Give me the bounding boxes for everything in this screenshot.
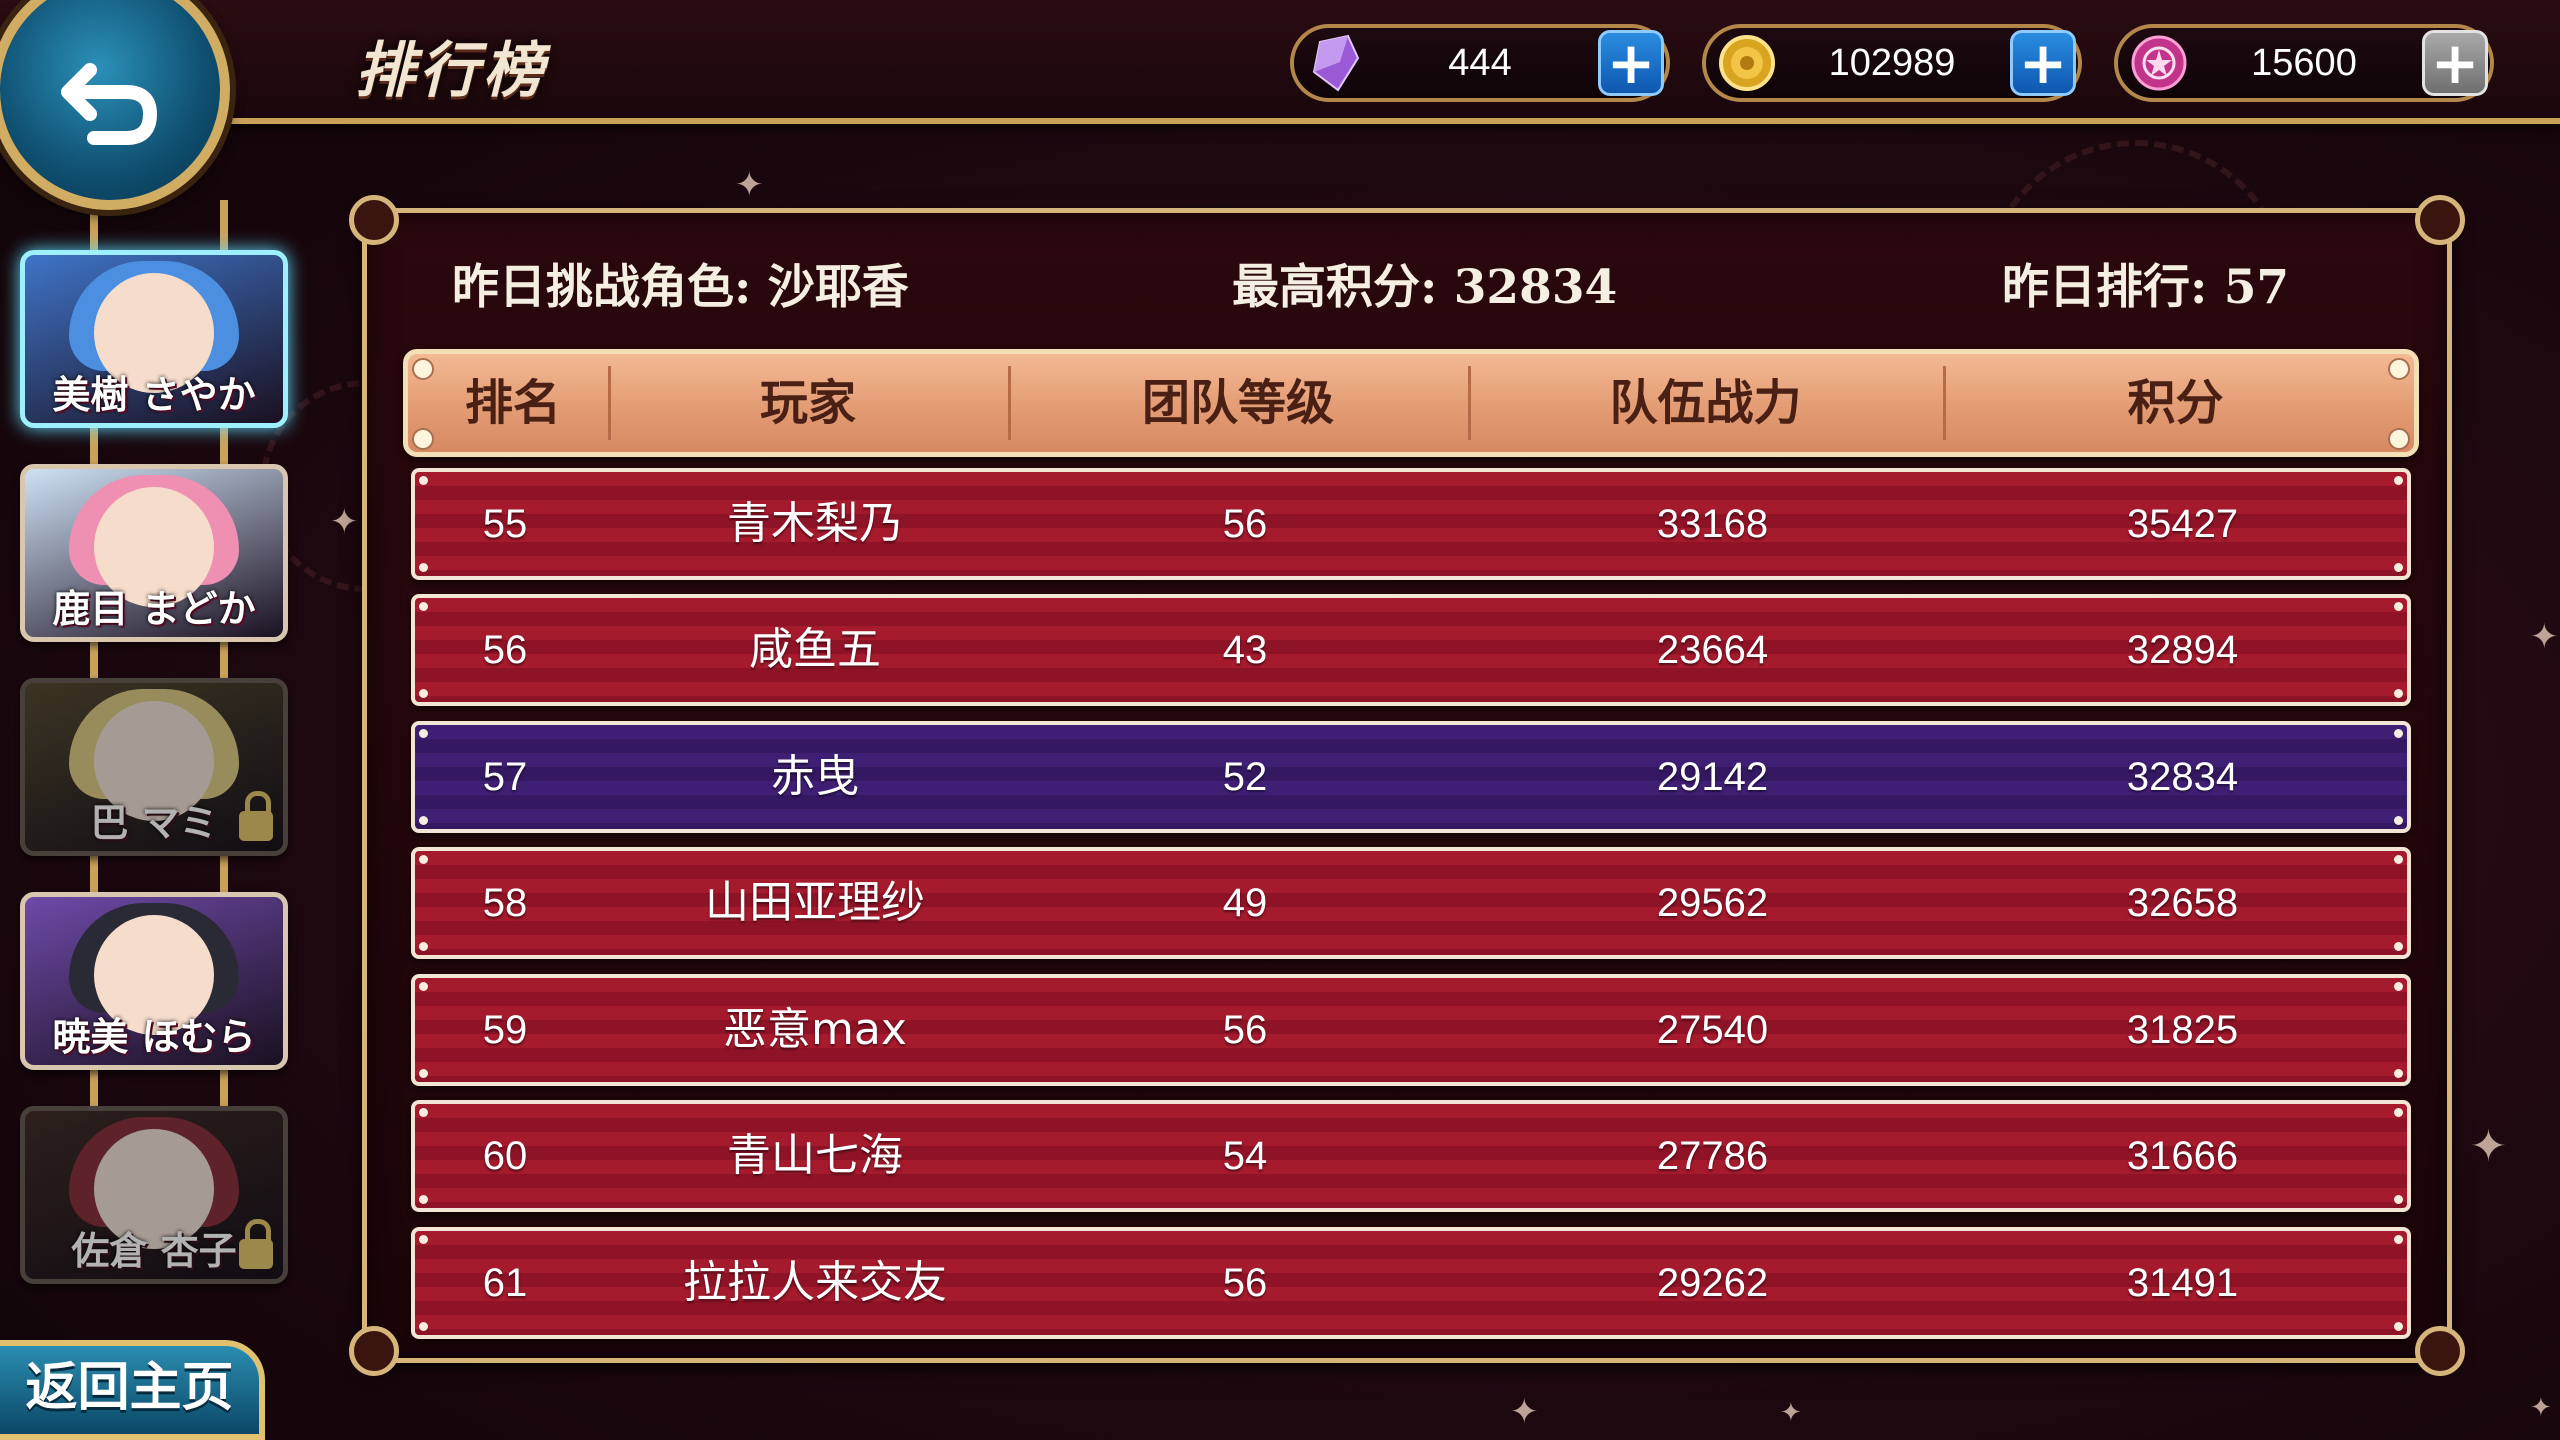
sparkle-icon: ✦ — [330, 502, 359, 542]
power-cell: 33168 — [1656, 502, 1769, 546]
gem-amount: 444 — [1448, 42, 1512, 84]
character-card-homura[interactable]: 暁美 ほむら — [20, 892, 288, 1070]
magic-orb-icon — [2131, 35, 2187, 91]
rank-cell: 60 — [482, 1134, 528, 1178]
table-header: 排名 玩家 团队等级 队伍战力 积分 — [403, 349, 2419, 457]
corner-ornament — [349, 195, 399, 245]
power-cell: 29262 — [1656, 1261, 1769, 1305]
sparkle-icon: ✦ — [2530, 617, 2559, 657]
rank-cell: 61 — [482, 1261, 528, 1305]
character-name: 美樹 さやか — [52, 372, 256, 417]
lock-icon — [239, 791, 273, 841]
character-card-sayaka[interactable]: 美樹 さやか — [20, 250, 288, 428]
column-header-player: 玩家 — [759, 375, 856, 431]
rank-cell: 57 — [482, 755, 528, 799]
sparkle-icon: ✦ — [2530, 1393, 2552, 1423]
power-cell: 27786 — [1656, 1134, 1769, 1178]
score-cell: 31491 — [2126, 1261, 2239, 1305]
sparkle-icon: ✦ — [1510, 1392, 1539, 1432]
player-cell: 青木梨乃 — [727, 498, 903, 549]
column-header-rank: 排名 — [464, 375, 561, 431]
gem-icon — [1312, 34, 1360, 92]
yesterday-rank: 昨日排行: 57 — [2002, 260, 2290, 315]
score-cell: 31666 — [2126, 1134, 2239, 1178]
table-row-current-player[interactable]: 57 赤曳 52 29142 32834 — [411, 721, 2411, 833]
column-header-team-level: 团队等级 — [1141, 375, 1334, 431]
orb-amount: 15600 — [2251, 42, 2357, 84]
column-header-team-power: 队伍战力 — [1609, 375, 1802, 431]
power-cell: 29562 — [1656, 881, 1769, 925]
top-bar: 排行榜 444 + 102989 + 15600 + — [0, 0, 2560, 124]
corner-ornament — [349, 1326, 399, 1376]
sparkle-icon: ✦ — [1780, 1398, 1802, 1428]
power-cell: 23664 — [1656, 628, 1769, 672]
score-cell: 32658 — [2126, 881, 2239, 925]
player-cell: 咸鱼五 — [749, 624, 881, 675]
sparkle-icon: ✦ — [2470, 1121, 2507, 1172]
rank-cell: 58 — [482, 881, 528, 925]
leaderboard-panel: 昨日挑战角色: 沙耶香 最高积分: 32834 昨日排行: 57 排名 玩家 团… — [349, 195, 2465, 1376]
gem-currency: 444 + — [1290, 24, 1670, 102]
character-card-mami[interactable]: 巴 マミ — [20, 678, 288, 856]
power-cell: 29142 — [1656, 755, 1769, 799]
table-row[interactable]: 60 青山七海 54 27786 31666 — [411, 1100, 2411, 1212]
level-cell: 56 — [1222, 1008, 1268, 1052]
corner-ornament — [2415, 1326, 2465, 1376]
level-cell: 43 — [1222, 628, 1268, 672]
sparkle-icon: ✦ — [735, 165, 764, 205]
leaderboard-screen: ✦ ✦ ✦ ✦ ✦ ✦ ✦ 排行榜 444 + 102989 + 15600 +… — [0, 0, 2560, 1440]
back-button[interactable] — [0, 0, 230, 210]
corner-ornament — [2415, 195, 2465, 245]
level-cell: 52 — [1222, 755, 1268, 799]
orb-currency: 15600 + — [2114, 24, 2494, 102]
rank-cell: 59 — [482, 1008, 528, 1052]
table-row[interactable]: 61 拉拉人来交友 56 29262 31491 — [411, 1227, 2411, 1339]
return-home-button[interactable]: 返回主页 — [0, 1340, 265, 1440]
table-row[interactable]: 58 山田亚理纱 49 29562 32658 — [411, 847, 2411, 959]
power-cell: 27540 — [1656, 1008, 1769, 1052]
table-row[interactable]: 56 咸鱼五 43 23664 32894 — [411, 594, 2411, 706]
add-orbs-button[interactable]: + — [2422, 30, 2488, 96]
lock-icon — [239, 1219, 273, 1269]
highest-score: 最高积分: 32834 — [1232, 260, 1618, 315]
table-row[interactable]: 55 青木梨乃 56 33168 35427 — [411, 468, 2411, 580]
score-cell: 31825 — [2126, 1008, 2239, 1052]
level-cell: 49 — [1222, 881, 1268, 925]
score-cell: 35427 — [2126, 502, 2239, 546]
player-cell: 恶意max — [723, 1004, 907, 1055]
character-name: 鹿目 まどか — [52, 586, 256, 631]
page-title: 排行榜 — [355, 36, 547, 106]
add-coins-button[interactable]: + — [2010, 30, 2076, 96]
column-header-score: 积分 — [2127, 375, 2224, 431]
level-cell: 56 — [1222, 1261, 1268, 1305]
rank-cell: 56 — [482, 628, 528, 672]
rank-cell: 55 — [482, 502, 528, 546]
table-row[interactable]: 59 恶意max 56 27540 31825 — [411, 974, 2411, 1086]
score-cell: 32834 — [2126, 755, 2239, 799]
level-cell: 54 — [1222, 1134, 1268, 1178]
score-cell: 32894 — [2126, 628, 2239, 672]
character-card-kyoko[interactable]: 佐倉 杏子 — [20, 1106, 288, 1284]
coin-icon — [1719, 35, 1775, 91]
character-card-madoka[interactable]: 鹿目 まどか — [20, 464, 288, 642]
player-cell: 山田亚理纱 — [705, 877, 925, 928]
level-cell: 56 — [1222, 502, 1268, 546]
coin-currency: 102989 + — [1702, 24, 2082, 102]
player-cell: 赤曳 — [771, 751, 859, 802]
yesterday-challenge-character: 昨日挑战角色: 沙耶香 — [452, 260, 909, 315]
add-gems-button[interactable]: + — [1598, 30, 1664, 96]
coin-amount: 102989 — [1828, 42, 1956, 84]
back-arrow-icon — [61, 63, 158, 145]
player-cell: 青山七海 — [727, 1130, 903, 1181]
player-cell: 拉拉人来交友 — [683, 1257, 947, 1308]
character-name: 暁美 ほむら — [52, 1014, 256, 1059]
